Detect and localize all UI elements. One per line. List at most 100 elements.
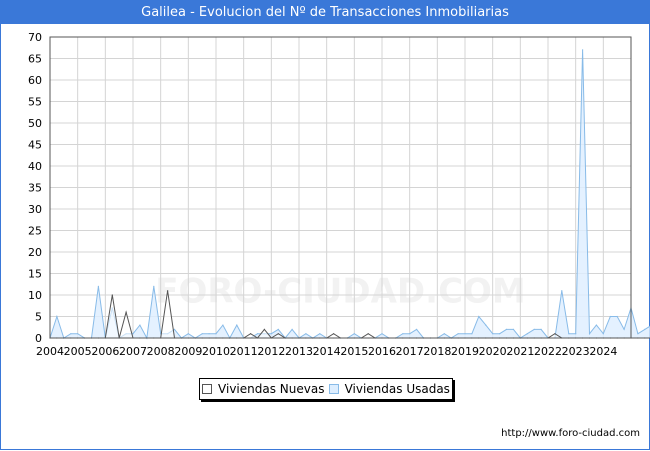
- x-tick-label: 2017: [396, 345, 424, 358]
- data-point-1: [595, 324, 598, 326]
- data-point-1: [201, 333, 203, 335]
- data-point-1: [402, 333, 404, 335]
- data-point-1: [173, 328, 176, 330]
- x-tick-label: 2018: [423, 345, 451, 358]
- data-point-1: [575, 333, 577, 335]
- data-point-1: [478, 315, 480, 318]
- x-tick-label: 2021: [506, 345, 534, 358]
- data-point-0: [111, 294, 113, 296]
- y-tick-label: 40: [28, 160, 42, 173]
- x-tick-label: 2022: [534, 345, 562, 358]
- data-point-1: [353, 333, 355, 335]
- y-tick-label: 55: [28, 96, 42, 109]
- data-point-1: [533, 328, 535, 330]
- y-tick-label: 25: [28, 225, 42, 238]
- data-point-0: [367, 333, 369, 335]
- legend-label-usadas: Viviendas Usadas: [344, 382, 450, 396]
- y-tick-label: 10: [28, 289, 42, 302]
- data-point-1: [443, 333, 445, 335]
- data-point-1: [187, 333, 189, 335]
- x-tick-label: 2008: [147, 345, 175, 358]
- data-point-1: [409, 333, 411, 335]
- data-point-0: [167, 290, 169, 292]
- data-point-1: [616, 315, 618, 318]
- data-point-1: [505, 328, 508, 330]
- data-point-1: [381, 333, 383, 335]
- y-tick-label: 20: [28, 246, 42, 259]
- data-point-0: [554, 333, 556, 335]
- y-tick-label: 65: [28, 53, 42, 66]
- data-point-0: [250, 333, 252, 335]
- data-point-1: [132, 333, 134, 335]
- data-point-0: [333, 333, 335, 335]
- data-point-1: [222, 324, 224, 326]
- data-point-1: [319, 333, 321, 335]
- x-tick-label: 2019: [451, 345, 479, 358]
- data-point-0: [644, 337, 646, 339]
- data-point-1: [256, 333, 259, 335]
- x-tick-label: 2004: [36, 345, 64, 358]
- legend-item-usadas: Viviendas Usadas: [328, 382, 450, 396]
- chart-legend: Viviendas Nuevas Viviendas Usadas: [199, 378, 453, 400]
- y-tick-label: 35: [28, 182, 42, 195]
- x-tick-label: 2020: [479, 345, 507, 358]
- x-tick-label: 2012: [257, 345, 285, 358]
- legend-swatch-usadas: [328, 384, 339, 394]
- x-tick-label: 2014: [313, 345, 341, 358]
- legend-label-nuevas: Viviendas Nuevas: [218, 382, 325, 396]
- y-tick-label: 70: [28, 31, 42, 44]
- legend-item-nuevas: Viviendas Nuevas: [202, 382, 324, 396]
- data-point-1: [457, 333, 459, 335]
- data-point-0: [277, 333, 279, 335]
- x-tick-label: 2013: [285, 345, 313, 358]
- x-tick-label: 2015: [340, 345, 368, 358]
- data-point-1: [305, 333, 307, 335]
- y-tick-label: 5: [35, 311, 42, 324]
- y-tick-label: 0: [35, 332, 42, 345]
- y-tick-label: 45: [28, 139, 42, 152]
- y-tick-label: 60: [28, 74, 42, 87]
- data-point-1: [471, 333, 473, 335]
- x-tick-label: 2006: [91, 345, 119, 358]
- data-point-1: [602, 333, 604, 335]
- footer-url: http://www.foro-ciudad.com: [501, 428, 640, 439]
- data-point-1: [97, 285, 99, 287]
- x-tick-label: 2010: [202, 345, 230, 358]
- x-tick-label: 2016: [368, 345, 396, 358]
- legend-swatch-nuevas: [202, 384, 213, 394]
- data-point-1: [77, 333, 79, 335]
- data-point-1: [215, 333, 217, 335]
- x-tick-label: 2007: [119, 345, 147, 358]
- data-point-1: [153, 285, 155, 287]
- data-point-1: [588, 333, 591, 335]
- y-tick-label: 50: [28, 117, 42, 130]
- data-point-1: [70, 333, 72, 335]
- data-point-1: [540, 328, 542, 330]
- chart-frame: Galilea - Evolucion del Nº de Transaccio…: [0, 0, 650, 450]
- data-point-1: [568, 333, 570, 335]
- y-tick-label: 15: [28, 268, 42, 281]
- data-point-1: [637, 333, 639, 335]
- data-point-1: [270, 333, 272, 335]
- data-point-0: [263, 328, 265, 330]
- data-point-1: [582, 49, 584, 51]
- data-point-1: [512, 328, 514, 330]
- data-point-1: [139, 324, 141, 326]
- y-tick-label: 30: [28, 203, 42, 216]
- x-tick-label: 2011: [230, 345, 258, 358]
- x-tick-label: 2024: [589, 345, 617, 358]
- data-point-0: [125, 311, 127, 313]
- data-point-1: [623, 328, 625, 330]
- data-point-1: [644, 328, 646, 330]
- data-point-1: [464, 333, 466, 335]
- data-point-1: [526, 333, 528, 335]
- data-point-1: [485, 324, 487, 326]
- x-tick-label: 2005: [64, 345, 92, 358]
- data-point-1: [416, 328, 418, 330]
- x-tick-label: 2023: [562, 345, 590, 358]
- data-point-0: [637, 337, 639, 339]
- watermark: FORO-CIUDAD.COM: [155, 272, 526, 312]
- data-point-1: [277, 328, 279, 330]
- data-point-1: [208, 333, 210, 335]
- data-point-1: [561, 290, 563, 292]
